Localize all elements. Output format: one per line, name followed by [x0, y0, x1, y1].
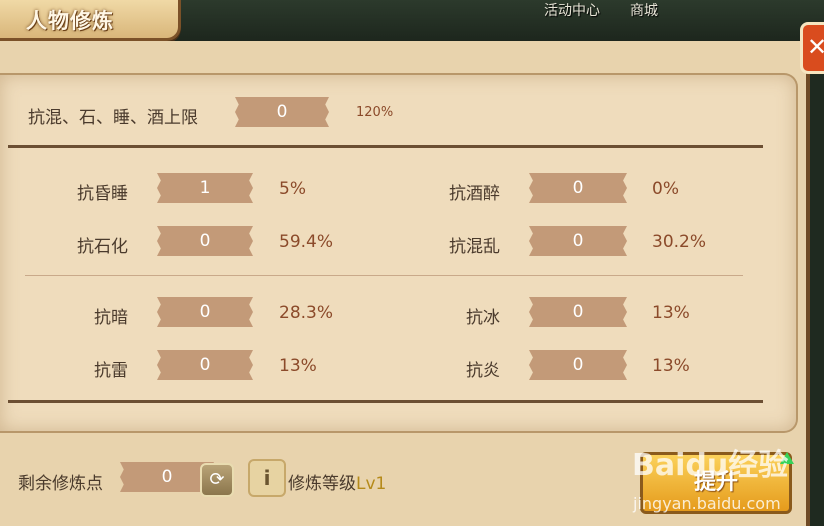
stat-value: 0 [157, 226, 253, 256]
stat-label: 抗混乱 [449, 237, 500, 257]
stat-value: 0 [157, 297, 253, 327]
stat-percent: 13% [652, 303, 690, 323]
training-level-value: Lv1 [356, 474, 387, 494]
training-level-label: 修炼等级 [288, 474, 356, 494]
divider-bottom [8, 400, 763, 403]
close-button[interactable]: ✕ [800, 22, 824, 74]
stat-percent: 0% [652, 179, 679, 199]
page-title: 人物修炼 [26, 9, 114, 33]
stat-label: 抗昏睡 [77, 184, 128, 204]
divider-top [8, 145, 763, 148]
stat-value: 0 [157, 350, 253, 380]
training-level: 修炼等级Lv1 [288, 469, 386, 494]
refresh-icon: ⟳ [209, 469, 225, 490]
stat-value: 0 [529, 297, 627, 327]
watermark-logo: Baidu经验 [632, 448, 789, 483]
stat-percent: 13% [279, 356, 317, 376]
close-icon: ✕ [807, 33, 824, 61]
stat-percent: 30.2% [652, 232, 707, 252]
divider-middle [25, 275, 743, 276]
activity-center-link[interactable]: 活动中心 [544, 0, 600, 20]
stat-value: 0 [529, 173, 627, 203]
stat-percent: 59.4% [279, 232, 334, 252]
watermark-url: jingyan.baidu.com [633, 494, 781, 513]
remaining-points-label: 剩余修炼点 [18, 474, 103, 494]
stat-percent: 13% [652, 356, 690, 376]
stat-value: 0 [529, 350, 627, 380]
title-plate: 人物修炼 [0, 0, 181, 41]
refresh-button[interactable]: ⟳ [200, 463, 234, 497]
cap-percent: 120% [356, 105, 394, 120]
stat-value: 0 [529, 226, 627, 256]
cap-value: 0 [235, 97, 329, 127]
info-button[interactable]: i [248, 459, 286, 497]
stat-label: 抗石化 [77, 237, 128, 257]
stat-label: 抗炎 [466, 361, 500, 381]
stat-percent: 28.3% [279, 303, 334, 323]
cap-label: 抗混、石、睡、酒上限 [28, 108, 198, 128]
stat-label: 抗冰 [466, 308, 500, 328]
stat-label: 抗雷 [94, 361, 128, 381]
stat-percent: 5% [279, 179, 306, 199]
shop-link[interactable]: 商城 [630, 0, 658, 20]
stat-label: 抗酒醉 [449, 184, 500, 204]
stat-label: 抗暗 [94, 308, 128, 328]
stat-value: 1 [157, 173, 253, 203]
